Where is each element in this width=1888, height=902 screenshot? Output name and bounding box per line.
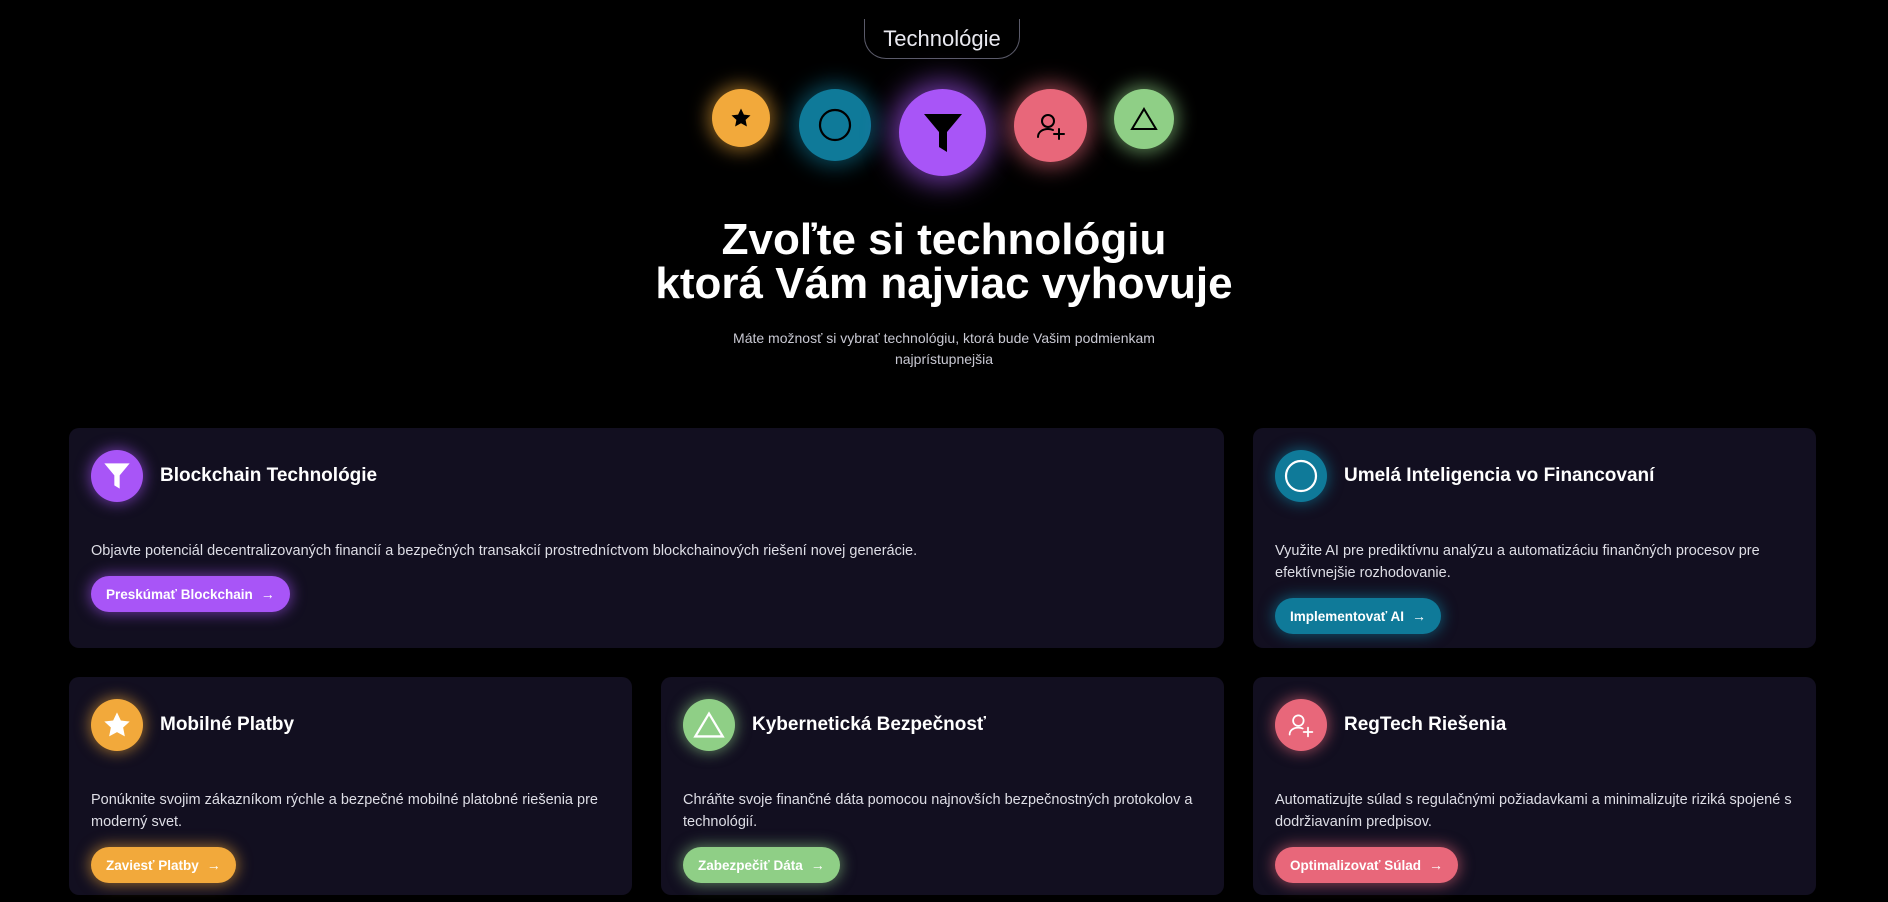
card-mobile-icon-badge: [91, 699, 143, 751]
card-regtech: RegTech Riešenia Automatizujte súlad s r…: [1253, 677, 1816, 895]
circle-icon: [818, 108, 852, 142]
card-mobile-payments: Mobilné Platby Ponúknite svojim zákazník…: [69, 677, 632, 895]
arrow-right-icon: →: [810, 857, 825, 873]
card-blockchain-title: Blockchain Technológie: [160, 465, 378, 486]
star-icon: [104, 712, 130, 737]
implement-ai-button-label: Implementovať AI: [1290, 608, 1404, 624]
optimize-compliance-button[interactable]: Optimalizovať Súlad →: [1275, 847, 1458, 883]
card-ai: Umelá Inteligencia vo Financovaní Využit…: [1253, 428, 1816, 648]
card-ai-title: Umelá Inteligencia vo Financovaní: [1344, 465, 1655, 486]
card-cyber-security: Kybernetická Bezpečnosť Chráňte svoje fi…: [661, 677, 1224, 895]
card-blockchain-description: Objavte potenciál decentralizovaných fin…: [91, 543, 918, 559]
page-title-line2: ktorá Vám najviac vyhovuje: [655, 259, 1233, 308]
user-plus-icon: [1288, 714, 1314, 738]
card-regtech-description: Automatizujte súlad s regulačnými požiad…: [1275, 792, 1792, 830]
arrow-right-icon: →: [260, 586, 275, 602]
card-regtech-title: RegTech Riešenia: [1344, 714, 1507, 735]
explore-blockchain-button[interactable]: Preskúmať Blockchain →: [91, 576, 290, 612]
filter-orb[interactable]: [899, 89, 986, 176]
circle-orb[interactable]: [799, 89, 871, 161]
card-ai-description: Využite AI pre prediktívnu analýzu a aut…: [1275, 543, 1760, 581]
star-orb[interactable]: [712, 89, 770, 147]
card-security-title: Kybernetická Bezpečnosť: [752, 714, 987, 735]
card-mobile-description: Ponúknite svojim zákazníkom rýchle a bez…: [91, 792, 598, 830]
card-mobile-title: Mobilné Platby: [160, 714, 295, 735]
introduce-payments-button[interactable]: Zaviesť Platby →: [91, 847, 236, 883]
arrow-right-icon: →: [1429, 857, 1443, 873]
page-title-line1: Zvoľte si technológiu: [721, 215, 1167, 264]
filter-icon: [923, 113, 962, 152]
card-regtech-icon-badge: [1275, 699, 1327, 751]
arrow-right-icon: →: [1412, 608, 1426, 624]
arrow-right-icon: →: [206, 857, 221, 873]
optimize-compliance-button-label: Optimalizovať Súlad: [1290, 857, 1421, 873]
triangle-orb[interactable]: [1114, 89, 1174, 149]
introduce-payments-button-label: Zaviesť Platby: [106, 857, 199, 873]
card-security-icon-badge: [683, 699, 735, 751]
card-blockchain: Blockchain Technológie Objavte potenciál…: [69, 428, 1224, 648]
triangle-icon: [693, 711, 725, 738]
explore-blockchain-button-label: Preskúmať Blockchain: [106, 586, 253, 602]
secure-data-button-label: Zabezpečiť Dáta: [698, 857, 803, 873]
card-blockchain-icon-badge: [91, 450, 143, 502]
star-icon: [731, 108, 751, 127]
circle-icon: [1284, 459, 1318, 493]
page-subtitle: Máte možnosť si vybrať technológiu, ktor…: [733, 330, 1155, 367]
card-security-description: Chráňte svoje finančné dáta pomocou najn…: [683, 792, 1193, 830]
card-ai-icon-badge: [1275, 450, 1327, 502]
implement-ai-button[interactable]: Implementovať AI →: [1275, 598, 1441, 634]
user-plus-orb[interactable]: [1014, 89, 1087, 162]
triangle-icon: [1130, 107, 1158, 130]
user-plus-icon: [1036, 113, 1065, 140]
section-tag: Technológie: [864, 19, 1020, 59]
page-title: Zvoľte si technológiu ktorá Vám najviac …: [544, 218, 1344, 306]
filter-icon: [104, 463, 130, 489]
secure-data-button[interactable]: Zabezpečiť Dáta →: [683, 847, 840, 883]
